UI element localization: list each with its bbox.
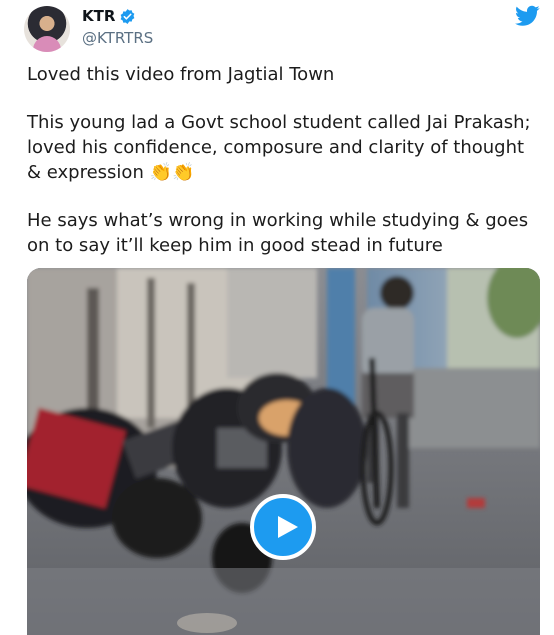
tweet-paragraph-1: Loved this video from Jagtial Town bbox=[27, 64, 335, 85]
video-thumbnail bbox=[27, 268, 540, 635]
verified-badge-icon bbox=[121, 8, 135, 24]
tweet-text: Loved this video from Jagtial Town This … bbox=[27, 62, 542, 281]
play-button[interactable] bbox=[250, 494, 316, 560]
play-icon bbox=[278, 516, 298, 538]
author-handle[interactable]: @KTRTRS bbox=[82, 29, 153, 47]
author-name-row[interactable]: KTR bbox=[82, 7, 136, 25]
twitter-bird-icon[interactable] bbox=[515, 5, 540, 27]
tweet-paragraph-3: He says what’s wrong in working while st… bbox=[27, 210, 529, 256]
avatar-shirt bbox=[33, 36, 61, 52]
avatar[interactable] bbox=[24, 6, 70, 52]
video-player[interactable] bbox=[27, 268, 540, 635]
tweet-card: KTR @KTRTRS Loved this video from Jagtia… bbox=[0, 0, 554, 635]
tweet-paragraph-2: This young lad a Govt school student cal… bbox=[27, 112, 531, 183]
author-name[interactable]: KTR bbox=[82, 7, 115, 25]
